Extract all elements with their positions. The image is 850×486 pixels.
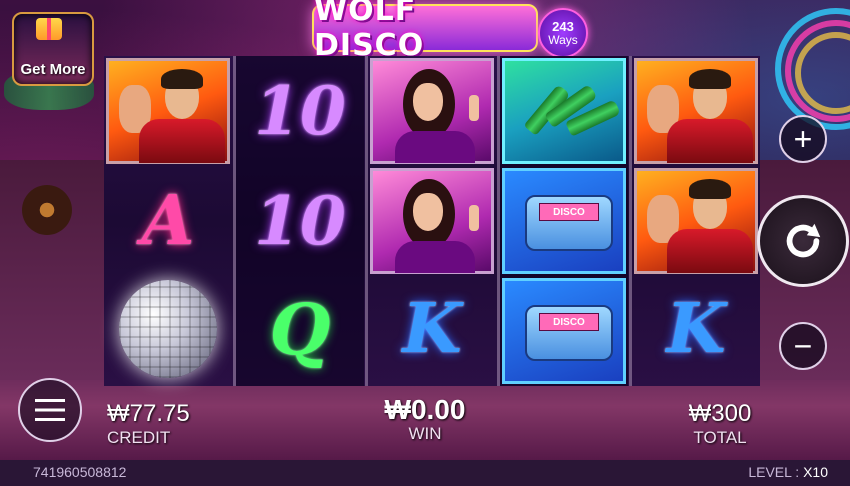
k-symbol: K [402, 289, 462, 369]
total-bet-value: ₩300 [688, 400, 752, 427]
reel-grid: A 10 10 Q K DISCO DISCO K [104, 56, 760, 386]
k-symbol: K [666, 289, 726, 369]
level-value: X10 [803, 464, 828, 480]
pager-icon: DISCO [525, 195, 613, 251]
man-jacket-symbol [634, 168, 758, 274]
get-more-button[interactable]: Get More [12, 12, 94, 86]
q-symbol: Q [269, 287, 331, 371]
hamburger-icon [35, 399, 65, 421]
man-jacket-symbol [106, 58, 230, 164]
vinyl-record-decor [22, 185, 72, 235]
ways-badge: 243 Ways [538, 8, 588, 58]
level-indicator: LEVEL : X10 [748, 464, 828, 480]
ways-label: Ways [548, 32, 578, 47]
disco-ball-symbol [106, 276, 230, 382]
pager-icon: DISCO [525, 305, 613, 361]
total-bet-display[interactable]: ₩300 TOTAL [680, 400, 760, 448]
gift-icon [36, 18, 62, 40]
reel-4: DISCO DISCO [500, 56, 628, 386]
reel-1: A [104, 56, 232, 386]
game-logo: WOLF DISCO [312, 0, 538, 63]
man-jacket-symbol [634, 58, 758, 164]
win-value: ₩0.00 [384, 394, 466, 425]
credit-value: ₩77.75 [107, 400, 190, 427]
win-display: ₩0.00 WIN [365, 396, 485, 444]
spin-button[interactable] [757, 195, 849, 287]
spin-arrow-icon [786, 223, 821, 258]
woman-symbol [370, 168, 494, 274]
woman-symbol [370, 58, 494, 164]
reel-2: 10 10 Q [236, 56, 364, 386]
menu-button[interactable] [18, 378, 82, 442]
game-logo-text: WOLF DISCO [314, 0, 425, 63]
credit-display: ₩77.75 CREDIT [107, 400, 190, 448]
bet-increase-button[interactable]: + [779, 115, 827, 163]
credit-label: CREDIT [107, 428, 171, 447]
a-symbol: A [141, 181, 195, 261]
plus-icon: + [793, 120, 813, 157]
game-stage: Get More WOLF DISCO 243 Ways A 10 10 Q K… [0, 0, 850, 486]
bottles-symbol [502, 58, 626, 164]
10-symbol: 10 [254, 72, 346, 150]
reel-3: K [368, 56, 496, 386]
ways-count: 243 [552, 18, 574, 34]
10-symbol: 10 [254, 182, 346, 260]
minus-icon: − [793, 327, 813, 364]
level-label: LEVEL : [748, 464, 800, 480]
round-id: 741960508812 [33, 464, 127, 480]
footer-bar [0, 460, 850, 486]
get-more-label: Get More [20, 61, 86, 78]
disco-pager-symbol: DISCO [502, 278, 626, 384]
total-bet-label: TOTAL [693, 428, 747, 447]
disco-ball-icon [119, 280, 217, 378]
bet-decrease-button[interactable]: − [779, 322, 827, 370]
win-label: WIN [408, 424, 442, 443]
disco-pager-symbol: DISCO [502, 168, 626, 274]
reel-5: K [632, 56, 760, 386]
